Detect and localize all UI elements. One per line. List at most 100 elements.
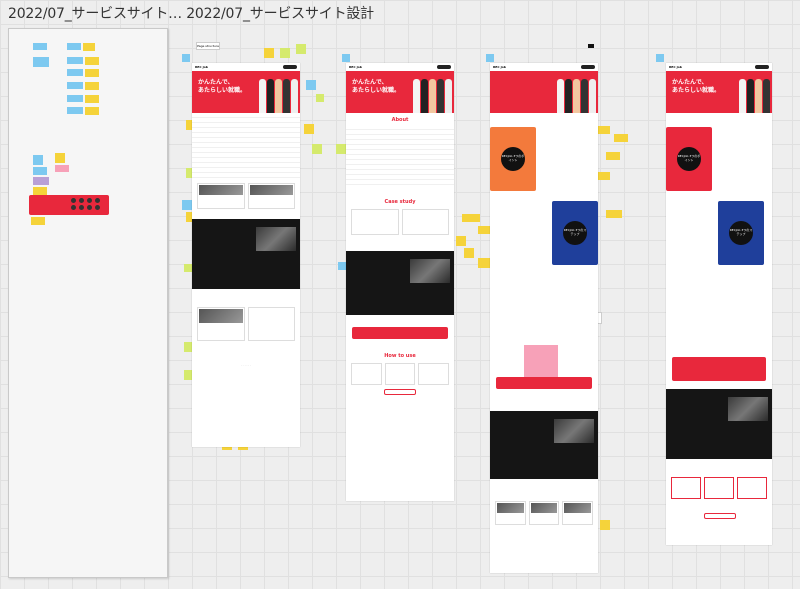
sticky-note[interactable] <box>184 264 192 272</box>
illustration-points: RECJob 3つのポイント <box>490 127 536 191</box>
sticky-note[interactable] <box>182 200 192 210</box>
case-card <box>351 209 399 235</box>
page-frame-1[interactable]: REC Job かんたんで、 あたらしい就職。 · · · · · · <box>192 63 300 447</box>
article-card <box>562 501 594 525</box>
article-thumbnail <box>530 503 558 513</box>
sticky-note[interactable] <box>336 144 346 154</box>
sticky-note[interactable] <box>614 134 628 142</box>
page-frame-3[interactable]: REC Job RECJob 3つのポイント RECJob 3つのステップ <box>490 63 598 573</box>
sticky-note[interactable] <box>600 520 610 530</box>
cursor-marker[interactable] <box>588 44 594 48</box>
nav-cta-button <box>283 65 297 69</box>
sticky-note[interactable] <box>338 262 346 270</box>
sticky-note[interactable] <box>85 69 99 77</box>
red-banner <box>672 357 766 381</box>
site-nav: REC Job <box>490 63 598 71</box>
hero-section: かんたんで、 あたらしい就職。 <box>346 71 454 113</box>
how-to-card <box>737 477 767 499</box>
sticky-note[interactable] <box>33 167 47 175</box>
badge-points: RECJob 3つのポイント <box>677 147 701 171</box>
sticky-note[interactable] <box>55 165 69 172</box>
dark-section-photo <box>410 259 450 283</box>
more-button <box>384 389 416 395</box>
page-frame-4[interactable]: REC Job かんたんで、 あたらしい就職。 RECJob 3つのポイント R… <box>666 63 772 545</box>
howto-card <box>351 363 382 385</box>
sticky-note[interactable] <box>33 187 47 195</box>
dark-section <box>490 411 598 479</box>
sticky-note[interactable] <box>85 107 99 115</box>
sticky-note[interactable] <box>33 43 47 50</box>
frame-label[interactable]: Page structure <box>196 42 220 50</box>
sticky-note[interactable] <box>33 57 49 67</box>
article-thumbnail <box>199 309 243 323</box>
sticky-note[interactable] <box>596 126 610 134</box>
sticky-note[interactable] <box>67 95 83 102</box>
sticky-note[interactable] <box>67 82 83 89</box>
sticky-note[interactable] <box>464 248 474 258</box>
sticky-note[interactable] <box>606 152 620 160</box>
site-logo: REC Job <box>349 65 362 69</box>
card <box>197 183 245 209</box>
howto-row <box>346 361 454 387</box>
sticky-note[interactable] <box>264 48 274 58</box>
sticky-note[interactable] <box>67 107 83 114</box>
dark-section <box>666 389 772 459</box>
sticky-note[interactable] <box>33 155 43 165</box>
sticky-note[interactable] <box>596 172 610 180</box>
how-to-row <box>666 475 772 501</box>
hero-people <box>259 79 298 113</box>
sticky-note[interactable] <box>182 54 190 62</box>
sticky-note[interactable] <box>606 210 622 218</box>
article-thumbnail <box>564 503 592 513</box>
text-section <box>192 113 300 181</box>
sticky-note[interactable] <box>462 214 480 222</box>
badge-steps: RECJob 3つのステップ <box>729 221 753 245</box>
sticky-note[interactable] <box>55 153 65 163</box>
sticky-note[interactable] <box>85 95 99 103</box>
hero-copy: かんたんで、 あたらしい就職。 <box>198 79 247 94</box>
sticky-note[interactable] <box>312 144 322 154</box>
section-title-case-study: Case study <box>384 199 416 205</box>
pink-overlay <box>524 345 558 379</box>
nav-cta-button <box>437 65 451 69</box>
sticky-note[interactable] <box>85 57 99 65</box>
article-row <box>192 305 300 343</box>
red-banner <box>496 377 592 389</box>
board-title[interactable]: 2022/07_サービスサイト… 2022/07_サービスサイト設計 <box>8 3 374 23</box>
sticky-note[interactable] <box>67 57 83 64</box>
sticky-note[interactable] <box>33 177 49 185</box>
sticky-note[interactable] <box>67 69 83 76</box>
article-card <box>247 307 295 341</box>
hero-section: かんたんで、 あたらしい就職。 <box>666 71 772 113</box>
site-nav: REC Job <box>346 63 454 71</box>
red-component-card[interactable] <box>29 195 109 215</box>
sticky-note[interactable] <box>296 44 306 54</box>
sticky-note[interactable] <box>656 54 664 62</box>
left-frame[interactable] <box>8 28 168 578</box>
sticky-note[interactable] <box>31 217 45 225</box>
hero-section <box>490 71 598 113</box>
sticky-note[interactable] <box>306 80 316 90</box>
hero-copy: かんたんで、 あたらしい就職。 <box>352 79 401 94</box>
sticky-note[interactable] <box>486 54 494 62</box>
how-to-card <box>671 477 701 499</box>
sticky-note[interactable] <box>85 82 99 90</box>
sticky-note[interactable] <box>342 54 350 62</box>
article-thumbnail <box>497 503 524 513</box>
sticky-note[interactable] <box>67 43 81 50</box>
nav-cta-button <box>755 65 769 69</box>
about-text <box>346 125 454 185</box>
sticky-note[interactable] <box>83 43 95 51</box>
sticky-note[interactable] <box>316 94 324 102</box>
hero-people <box>739 79 770 113</box>
hero-section: かんたんで、 あたらしい就職。 <box>192 71 300 113</box>
sticky-note[interactable] <box>304 124 314 134</box>
red-banner <box>352 327 448 339</box>
nav-cta-button <box>581 65 595 69</box>
sticky-note[interactable] <box>280 48 290 58</box>
sticky-note[interactable] <box>456 236 466 246</box>
page-frame-2[interactable]: REC Job かんたんで、 あたらしい就職。 About Case study… <box>346 63 454 501</box>
badge-points: RECJob 3つのポイント <box>501 147 525 171</box>
hero-people <box>557 79 596 113</box>
card-thumbnail <box>199 185 243 195</box>
